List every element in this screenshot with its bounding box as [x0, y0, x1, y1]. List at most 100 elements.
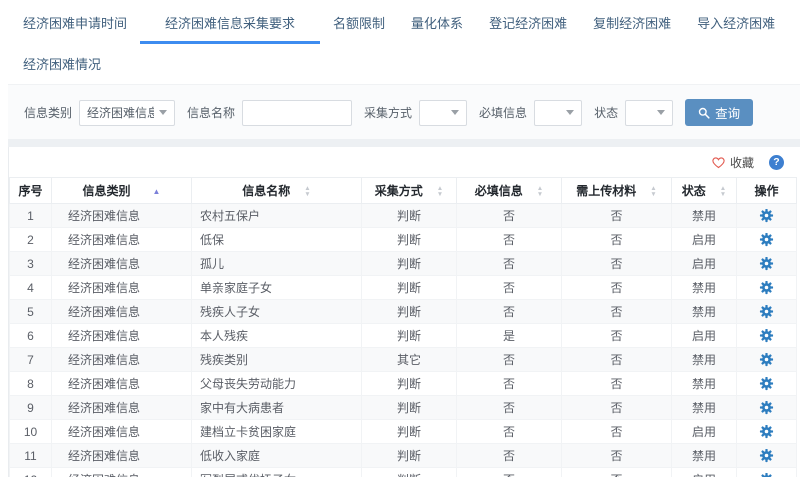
settings-gear-icon[interactable]	[757, 326, 776, 345]
column-header-method[interactable]: 采集方式▲▼	[362, 178, 457, 204]
cell-category: 经济困难信息	[52, 420, 192, 444]
cell-method: 判断	[362, 372, 457, 396]
cell-upload: 否	[562, 252, 672, 276]
search-icon	[698, 107, 710, 119]
info-table: 序号信息类别▲信息名称▲▼采集方式▲▼必填信息▲▼需上传材料▲▼状态▲▼操作 1…	[9, 177, 797, 477]
tab-quota-limit[interactable]: 名额限制	[320, 3, 398, 44]
search-button[interactable]: 查询	[685, 99, 753, 126]
cell-required: 否	[457, 276, 562, 300]
cell-action	[737, 468, 797, 477]
table-row: 9经济困难信息家中有大病患者判断否否禁用	[10, 396, 797, 420]
cell-action	[737, 372, 797, 396]
favorite-button[interactable]: 收藏	[711, 154, 754, 171]
column-header-category[interactable]: 信息类别▲	[52, 178, 192, 204]
cell-method: 判断	[362, 228, 457, 252]
cell-status: 启用	[672, 228, 737, 252]
tab-quant-system[interactable]: 量化体系	[398, 3, 476, 44]
cell-method: 判断	[362, 276, 457, 300]
settings-gear-icon[interactable]	[757, 254, 776, 273]
sort-icon[interactable]: ▲▼	[720, 186, 726, 197]
tab-apply-time[interactable]: 经济困难申请时间	[10, 3, 140, 44]
cell-upload: 否	[562, 420, 672, 444]
table-row: 10经济困难信息建档立卡贫困家庭判断否否启用	[10, 420, 797, 444]
cell-status: 禁用	[672, 348, 737, 372]
required-select[interactable]	[534, 100, 582, 126]
settings-gear-icon[interactable]	[757, 350, 776, 369]
cell-upload: 否	[562, 468, 672, 477]
cell-required: 否	[457, 300, 562, 324]
settings-gear-icon[interactable]	[757, 374, 776, 393]
section-divider	[8, 139, 800, 147]
cell-required: 否	[457, 420, 562, 444]
table-row: 11经济困难信息低收入家庭判断否否禁用	[10, 444, 797, 468]
cell-category: 经济困难信息	[52, 228, 192, 252]
name-input[interactable]	[242, 100, 352, 126]
settings-gear-icon[interactable]	[757, 206, 776, 225]
table-row: 1经济困难信息农村五保户判断否否禁用	[10, 204, 797, 228]
cell-name: 本人残疾	[192, 324, 362, 348]
cell-action	[737, 252, 797, 276]
settings-gear-icon[interactable]	[757, 422, 776, 441]
tab-situation[interactable]: 经济困难情况	[10, 44, 114, 84]
cell-upload: 否	[562, 396, 672, 420]
cell-index: 11	[10, 444, 52, 468]
cell-index: 3	[10, 252, 52, 276]
tab-copy[interactable]: 复制经济困难	[580, 3, 684, 44]
cell-required: 否	[457, 204, 562, 228]
cell-category: 经济困难信息	[52, 468, 192, 477]
sort-ascending-icon[interactable]: ▲	[153, 187, 161, 196]
help-icon[interactable]: ?	[769, 155, 784, 170]
cell-name: 军烈属或优抚子女	[192, 468, 362, 477]
sort-icon[interactable]: ▲▼	[650, 186, 656, 197]
column-header-status[interactable]: 状态▲▼	[672, 178, 737, 204]
column-header-name[interactable]: 信息名称▲▼	[192, 178, 362, 204]
cell-method: 判断	[362, 468, 457, 477]
cell-status: 禁用	[672, 204, 737, 228]
category-select[interactable]: 经济困难信息	[79, 100, 175, 126]
cell-method: 判断	[362, 204, 457, 228]
cell-upload: 否	[562, 300, 672, 324]
settings-gear-icon[interactable]	[757, 230, 776, 249]
cell-action	[737, 396, 797, 420]
tab-register[interactable]: 登记经济困难	[476, 3, 580, 44]
cell-index: 12	[10, 468, 52, 477]
cell-method: 判断	[362, 420, 457, 444]
tab-import[interactable]: 导入经济困难	[684, 3, 788, 44]
cell-status: 启用	[672, 468, 737, 477]
tab-publicize[interactable]: 公示经济困难	[788, 3, 800, 44]
cell-name: 孤儿	[192, 252, 362, 276]
cell-required: 是	[457, 324, 562, 348]
required-label: 必填信息	[479, 104, 527, 121]
status-select[interactable]	[625, 100, 673, 126]
cell-index: 4	[10, 276, 52, 300]
column-label: 操作	[754, 184, 778, 198]
tab-collect-requirements[interactable]: 经济困难信息采集要求	[140, 3, 320, 44]
search-button-label: 查询	[715, 103, 740, 122]
filter-panel: 信息类别 经济困难信息 信息名称 采集方式 必填信息 状态 查询	[8, 84, 800, 139]
settings-gear-icon[interactable]	[757, 278, 776, 297]
settings-gear-icon[interactable]	[757, 302, 776, 321]
sort-icon[interactable]: ▲▼	[304, 186, 310, 197]
heart-icon	[711, 155, 726, 169]
table-row: 7经济困难信息残疾类别其它否否禁用	[10, 348, 797, 372]
category-label: 信息类别	[24, 104, 72, 121]
table-row: 6经济困难信息本人残疾判断是否启用	[10, 324, 797, 348]
column-header-required[interactable]: 必填信息 ▲▼	[457, 178, 562, 204]
sort-icon[interactable]: ▲▼	[437, 186, 443, 197]
cell-required: 否	[457, 444, 562, 468]
cell-upload: 否	[562, 324, 672, 348]
chevron-down-icon	[566, 110, 574, 115]
table-toolbar: 收藏 ?	[9, 147, 800, 177]
cell-status: 禁用	[672, 276, 737, 300]
cell-upload: 否	[562, 348, 672, 372]
method-select[interactable]	[419, 100, 467, 126]
cell-status: 禁用	[672, 396, 737, 420]
cell-status: 禁用	[672, 372, 737, 396]
column-header-upload[interactable]: 需上传材料▲▼	[562, 178, 672, 204]
settings-gear-icon[interactable]	[757, 446, 776, 465]
settings-gear-icon[interactable]	[757, 470, 776, 477]
cell-index: 7	[10, 348, 52, 372]
column-label: 必填信息	[475, 184, 523, 198]
sort-icon[interactable]: ▲▼	[537, 186, 543, 197]
settings-gear-icon[interactable]	[757, 398, 776, 417]
